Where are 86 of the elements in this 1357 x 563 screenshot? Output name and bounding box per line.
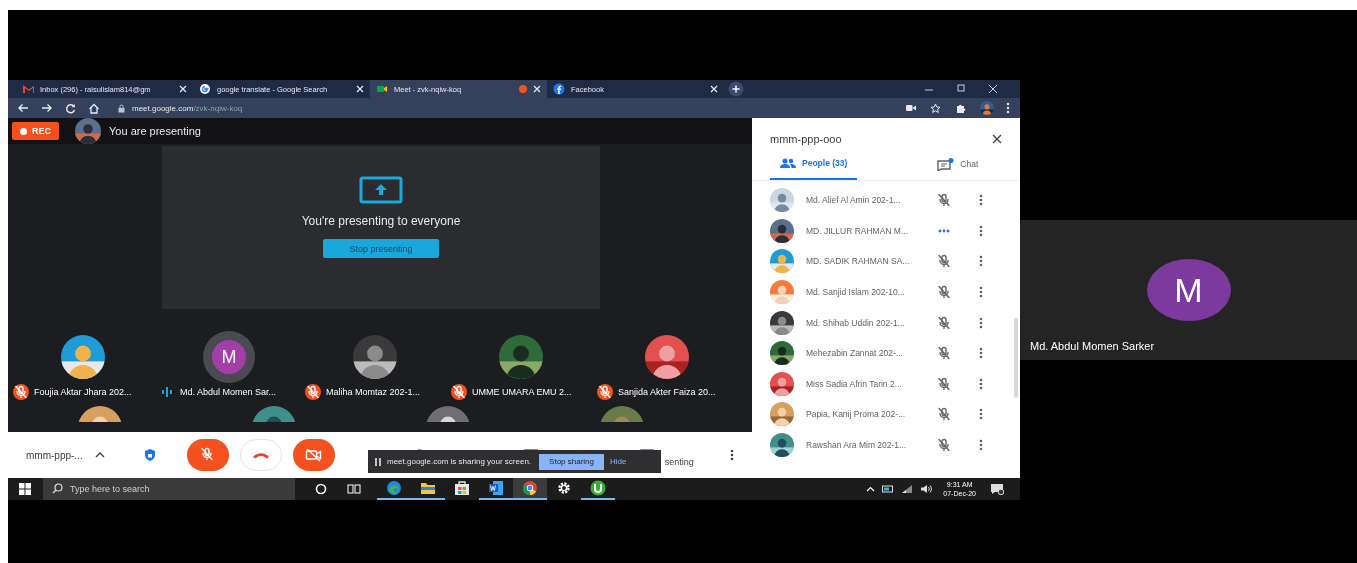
panel-title: mmm-ppp-ooo bbox=[770, 133, 842, 145]
taskbar-app[interactable] bbox=[513, 478, 547, 500]
browser-icon bbox=[522, 480, 538, 496]
caret-icon[interactable] bbox=[94, 452, 105, 458]
participant-name: Sanjida Akter Faiza 20... bbox=[618, 387, 716, 397]
chat-icon bbox=[937, 157, 955, 171]
presenting-message: You're presenting to everyone bbox=[301, 214, 461, 228]
close-icon[interactable] bbox=[992, 134, 1002, 144]
more-icon[interactable] bbox=[979, 224, 983, 237]
maximize-icon[interactable] bbox=[956, 84, 966, 94]
puzzle-icon[interactable] bbox=[955, 102, 966, 114]
hide-link[interactable]: Hide bbox=[610, 457, 627, 466]
speaker-icon[interactable] bbox=[920, 484, 933, 494]
forward-icon[interactable] bbox=[41, 103, 53, 113]
tab-icon bbox=[553, 83, 565, 95]
participant-name: Md. Abdul Momen Sar... bbox=[180, 387, 277, 397]
people-icon bbox=[780, 157, 796, 169]
more-icon[interactable] bbox=[979, 194, 983, 207]
present-label: senting bbox=[664, 457, 694, 467]
more-icon[interactable] bbox=[1006, 102, 1010, 114]
camera-off-icon bbox=[304, 448, 323, 462]
more-icon[interactable] bbox=[979, 439, 983, 452]
task-view-icon[interactable] bbox=[347, 483, 361, 495]
panel-tab[interactable]: People (33) bbox=[770, 148, 858, 180]
windows-icon[interactable] bbox=[19, 483, 31, 495]
home-icon[interactable] bbox=[88, 102, 100, 114]
more-icon[interactable] bbox=[979, 377, 983, 390]
panel-tab[interactable]: Chat bbox=[927, 148, 989, 180]
participant-name: Maliha Momtaz 202-1... bbox=[326, 387, 421, 397]
back-icon[interactable] bbox=[17, 103, 29, 113]
mic-button[interactable] bbox=[186, 439, 229, 471]
recording-badge: REC bbox=[12, 122, 59, 140]
search-icon bbox=[52, 483, 63, 494]
notification-icon[interactable] bbox=[990, 483, 1004, 495]
participant-name: MD. JILLUR RAHMAN M... bbox=[806, 225, 909, 236]
participant-name: Papia, Kanij Proma 202-... bbox=[806, 409, 907, 420]
participant-name: Miss Sadia Afrin Tarin 2... bbox=[806, 378, 903, 389]
participant-name: Md. Alief Al Amin 202-1... bbox=[806, 195, 902, 206]
stop-sharing-button[interactable]: Stop sharing bbox=[539, 453, 604, 470]
torrent-icon bbox=[590, 480, 606, 496]
stop-presenting-button[interactable]: Stop presenting bbox=[323, 239, 439, 258]
pause-icon bbox=[375, 457, 381, 466]
phone-icon bbox=[251, 451, 270, 459]
gear-icon bbox=[556, 480, 572, 496]
star-icon[interactable] bbox=[930, 102, 941, 114]
participant-name: Mehezabin Zannat 202-... bbox=[806, 348, 904, 359]
folder-icon bbox=[420, 481, 436, 495]
avatar: M bbox=[1146, 259, 1231, 321]
participant-name: Md. Sanjid Islam 202-10... bbox=[806, 287, 906, 298]
reload-icon[interactable] bbox=[65, 102, 76, 114]
battery-icon[interactable] bbox=[882, 484, 895, 494]
present-screen-icon bbox=[359, 176, 403, 204]
avatar: M bbox=[212, 340, 246, 374]
camera-icon[interactable] bbox=[906, 104, 916, 112]
participant-name: Rawshan Ara Mim 202-1... bbox=[806, 440, 908, 451]
presenting-label: You are presenting bbox=[109, 125, 201, 137]
notice-text: meet.google.com is sharing your screen. bbox=[387, 457, 532, 466]
participant-name: Md. Abdul Momen Sarker bbox=[1030, 340, 1155, 352]
participant-name: MD. SADIK RAHMAN SA... bbox=[806, 256, 911, 267]
shield-icon[interactable] bbox=[142, 448, 157, 462]
document-icon bbox=[488, 480, 504, 496]
lock-icon bbox=[118, 103, 125, 113]
participant-name: Foujia Aktar Jhara 202... bbox=[34, 387, 132, 397]
participant-name: Md. Shihab Uddin 202-1... bbox=[806, 317, 906, 328]
more-icon[interactable] bbox=[979, 347, 983, 360]
taskbar-app[interactable] bbox=[581, 478, 615, 500]
participant-name: UMME UMARA EMU 2... bbox=[472, 387, 572, 397]
meeting-code: mmm-ppp-... bbox=[26, 449, 83, 461]
more-icon[interactable] bbox=[979, 408, 983, 421]
camera-button[interactable] bbox=[292, 439, 335, 471]
more-icon[interactable] bbox=[979, 316, 983, 329]
taskbar-app[interactable] bbox=[377, 478, 411, 500]
more-icon[interactable] bbox=[979, 255, 983, 268]
more-icon[interactable] bbox=[729, 449, 734, 461]
mic-off-icon bbox=[199, 447, 216, 463]
more-icon[interactable] bbox=[979, 286, 983, 299]
tab-icon bbox=[22, 83, 34, 95]
hang-up-button[interactable] bbox=[239, 439, 282, 471]
swirl-icon bbox=[386, 480, 402, 496]
search-field[interactable]: Type here to search bbox=[43, 478, 295, 500]
new-tab-icon[interactable] bbox=[728, 81, 744, 97]
bag-icon bbox=[454, 480, 470, 496]
cortana-icon[interactable] bbox=[315, 483, 327, 495]
tab-icon bbox=[376, 83, 388, 95]
wifi-icon[interactable] bbox=[901, 484, 914, 494]
tab-icon bbox=[199, 83, 211, 95]
